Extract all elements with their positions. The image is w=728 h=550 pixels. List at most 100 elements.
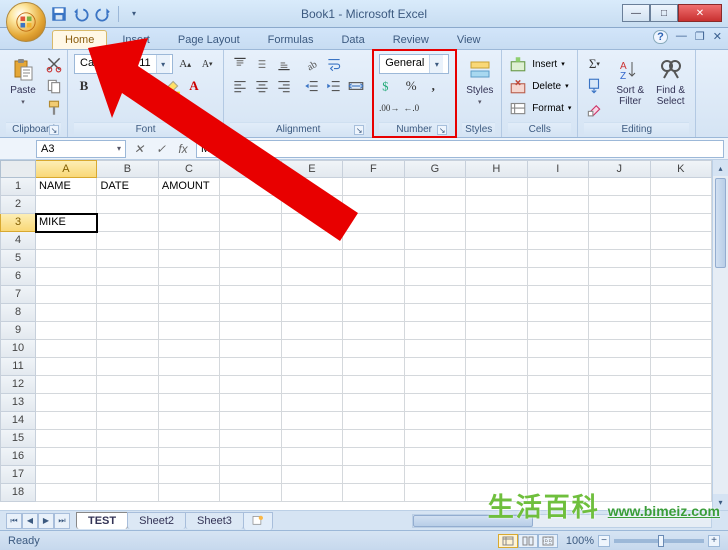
align-middle-icon[interactable] xyxy=(252,54,272,74)
cell-B3[interactable] xyxy=(97,214,158,232)
row-header-11[interactable]: 11 xyxy=(0,358,36,376)
select-all-corner[interactable] xyxy=(0,160,36,178)
cell-F3[interactable] xyxy=(343,214,404,232)
tab-insert[interactable]: Insert xyxy=(109,30,163,49)
cell-F7[interactable] xyxy=(343,286,404,304)
cell-G16[interactable] xyxy=(405,448,466,466)
row-header-7[interactable]: 7 xyxy=(0,286,36,304)
cell-I8[interactable] xyxy=(528,304,589,322)
cell-G2[interactable] xyxy=(405,196,466,214)
border-icon[interactable] xyxy=(140,76,160,96)
cell-A7[interactable] xyxy=(36,286,97,304)
cell-I6[interactable] xyxy=(528,268,589,286)
cell-C3[interactable] xyxy=(159,214,220,232)
cell-C2[interactable] xyxy=(159,196,220,214)
cell-H2[interactable] xyxy=(466,196,527,214)
cell-C18[interactable] xyxy=(159,484,220,502)
cell-A13[interactable] xyxy=(36,394,97,412)
cell-I16[interactable] xyxy=(528,448,589,466)
cell-I7[interactable] xyxy=(528,286,589,304)
cell-G8[interactable] xyxy=(405,304,466,322)
redo-icon[interactable] xyxy=(94,5,112,23)
cell-H9[interactable] xyxy=(466,322,527,340)
tab-home[interactable]: Home xyxy=(52,30,107,49)
undo-icon[interactable] xyxy=(72,5,90,23)
row-header-9[interactable]: 9 xyxy=(0,322,36,340)
cell-G13[interactable] xyxy=(405,394,466,412)
save-icon[interactable] xyxy=(50,5,68,23)
cell-F4[interactable] xyxy=(343,232,404,250)
cell-D16[interactable] xyxy=(220,448,281,466)
cell-D2[interactable] xyxy=(220,196,281,214)
column-header-F[interactable]: F xyxy=(343,160,404,178)
cell-A8[interactable] xyxy=(36,304,97,322)
cell-J6[interactable] xyxy=(589,268,650,286)
row-header-1[interactable]: 1 xyxy=(0,178,36,196)
cell-D3[interactable] xyxy=(220,214,281,232)
cell-D10[interactable] xyxy=(220,340,281,358)
row-header-17[interactable]: 17 xyxy=(0,466,36,484)
row-header-13[interactable]: 13 xyxy=(0,394,36,412)
row-header-8[interactable]: 8 xyxy=(0,304,36,322)
cell-D15[interactable] xyxy=(220,430,281,448)
row-header-12[interactable]: 12 xyxy=(0,376,36,394)
cell-H17[interactable] xyxy=(466,466,527,484)
format-painter-icon[interactable] xyxy=(44,98,64,118)
column-header-B[interactable]: B xyxy=(97,160,158,178)
cell-G18[interactable] xyxy=(405,484,466,502)
orientation-icon[interactable]: ab xyxy=(302,54,322,74)
cell-E5[interactable] xyxy=(282,250,343,268)
number-launcher-icon[interactable]: ↘ xyxy=(437,125,447,135)
cell-H18[interactable] xyxy=(466,484,527,502)
column-header-A[interactable]: A xyxy=(36,160,97,178)
cell-A9[interactable] xyxy=(36,322,97,340)
font-launcher-icon[interactable]: ↘ xyxy=(205,125,215,135)
fill-color-icon[interactable] xyxy=(162,76,182,96)
cell-K10[interactable] xyxy=(651,340,712,358)
increase-indent-icon[interactable] xyxy=(324,76,344,96)
column-header-J[interactable]: J xyxy=(589,160,650,178)
cell-J11[interactable] xyxy=(589,358,650,376)
zoom-in-icon[interactable]: + xyxy=(708,535,720,547)
cell-E14[interactable] xyxy=(282,412,343,430)
bold-button[interactable]: B xyxy=(74,76,94,96)
cell-C10[interactable] xyxy=(159,340,220,358)
cell-D1[interactable] xyxy=(220,178,281,196)
cell-B1[interactable]: DATE xyxy=(97,178,158,196)
copy-icon[interactable] xyxy=(44,76,64,96)
cell-D5[interactable] xyxy=(220,250,281,268)
cell-H14[interactable] xyxy=(466,412,527,430)
tab-nav-prev-icon[interactable]: ◀ xyxy=(22,513,38,529)
cell-F12[interactable] xyxy=(343,376,404,394)
cell-J10[interactable] xyxy=(589,340,650,358)
page-layout-view-icon[interactable] xyxy=(518,534,538,548)
cell-J8[interactable] xyxy=(589,304,650,322)
cell-F14[interactable] xyxy=(343,412,404,430)
cell-K1[interactable] xyxy=(651,178,712,196)
cell-G10[interactable] xyxy=(405,340,466,358)
cell-A4[interactable] xyxy=(36,232,97,250)
cell-G12[interactable] xyxy=(405,376,466,394)
enter-icon[interactable]: ✓ xyxy=(152,140,170,158)
cell-J3[interactable] xyxy=(589,214,650,232)
cell-E16[interactable] xyxy=(282,448,343,466)
percent-format-icon[interactable]: % xyxy=(401,76,421,96)
cell-I9[interactable] xyxy=(528,322,589,340)
cell-I4[interactable] xyxy=(528,232,589,250)
cell-E4[interactable] xyxy=(282,232,343,250)
cell-A1[interactable]: NAME xyxy=(36,178,97,196)
cell-G17[interactable] xyxy=(405,466,466,484)
cell-J5[interactable] xyxy=(589,250,650,268)
workbook-minimize-icon[interactable]: — xyxy=(676,30,687,44)
row-header-18[interactable]: 18 xyxy=(0,484,36,502)
minimize-button[interactable]: — xyxy=(622,4,650,22)
cell-B8[interactable] xyxy=(97,304,158,322)
cell-B15[interactable] xyxy=(97,430,158,448)
cell-styles-button[interactable]: Styles ▾ xyxy=(462,54,497,109)
cell-C7[interactable] xyxy=(159,286,220,304)
cell-B5[interactable] xyxy=(97,250,158,268)
sheet-tab-test[interactable]: TEST xyxy=(76,512,128,529)
name-box[interactable]: A3▾ xyxy=(36,140,126,158)
cell-I10[interactable] xyxy=(528,340,589,358)
cell-K3[interactable] xyxy=(651,214,712,232)
